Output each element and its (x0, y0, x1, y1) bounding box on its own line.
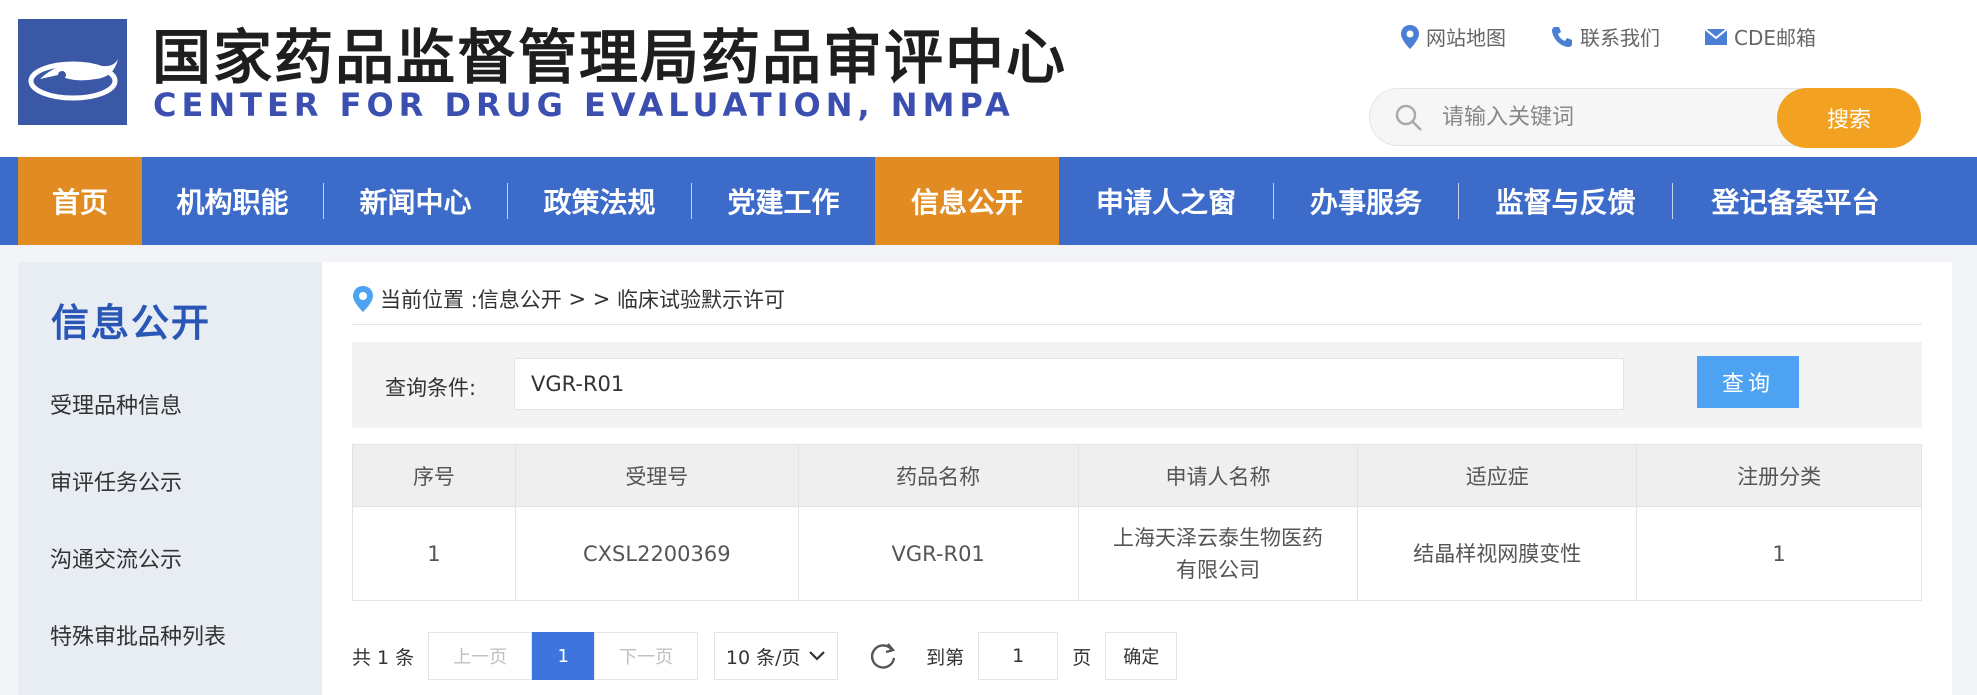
site-subtitle: CENTER FOR DRUG EVALUATION, NMPA (153, 86, 1015, 124)
header-indication: 适应症 (1357, 444, 1638, 507)
sidebar-item-review-tasks[interactable]: 审评任务公示 (50, 465, 182, 497)
chevron-down-icon (808, 650, 826, 662)
sidebar: 信息公开 受理品种信息 审评任务公示 沟通交流公示 特殊审批品种列表 (18, 262, 322, 695)
nav-item-functions[interactable]: 机构职能 (142, 157, 323, 245)
phone-icon (1550, 25, 1574, 49)
location-pin-icon (1400, 24, 1420, 50)
location-pin-icon (352, 285, 374, 313)
goto-page-input[interactable]: 1 (978, 632, 1059, 680)
search-button[interactable]: 搜索 (1777, 88, 1921, 148)
contact-link[interactable]: 联系我们 (1550, 22, 1660, 51)
results-table: 序号 受理号 药品名称 申请人名称 适应症 注册分类 1 CXSL2200369… (352, 444, 1922, 601)
page-size-value: 10 条/页 (725, 646, 801, 669)
nav-item-info-public[interactable]: 信息公开 (875, 157, 1059, 245)
query-input[interactable]: VGR-R01 (514, 358, 1624, 410)
top-links: 网站地图 联系我们 CDE邮箱 (1400, 22, 1860, 51)
nav-item-home[interactable]: 首页 (18, 157, 142, 245)
sitemap-link[interactable]: 网站地图 (1400, 22, 1506, 51)
total-count: 共 1 条 (352, 646, 415, 669)
main-nav: 首页 机构职能 新闻中心 政策法规 党建工作 信息公开 申请人之窗 办事服务 监… (0, 157, 1977, 245)
site-title: 国家药品监督管理局药品审评中心 (152, 23, 1068, 92)
nav-item-policy[interactable]: 政策法规 (508, 157, 691, 245)
breadcrumb-section[interactable]: 信息公开 (478, 284, 562, 314)
cell-acceptance-no[interactable]: CXSL2200369 (514, 506, 799, 601)
breadcrumb-divider (352, 324, 1922, 325)
header-applicant: 申请人名称 (1077, 444, 1359, 507)
query-panel: 查询条件: VGR-R01 查询 (352, 342, 1922, 428)
header-acceptance-no: 受理号 (514, 444, 799, 507)
goto-label: 到第 (926, 646, 965, 669)
contact-label: 联系我们 (1580, 26, 1660, 50)
table-header-row: 序号 受理号 药品名称 申请人名称 适应症 注册分类 (352, 444, 1922, 507)
query-label: 查询条件: (385, 376, 477, 400)
query-button[interactable]: 查询 (1697, 356, 1799, 408)
breadcrumb-separator: > > (561, 287, 617, 311)
sidebar-item-communication[interactable]: 沟通交流公示 (50, 542, 182, 574)
cell-registration-class: 1 (1636, 506, 1922, 601)
cell-index: 1 (352, 506, 516, 601)
mail-icon (1704, 27, 1728, 46)
header-registration-class: 注册分类 (1636, 444, 1922, 507)
main-content: 当前位置 : 信息公开 > > 临床试验默示许可 查询条件: VGR-R01 查… (322, 262, 1952, 695)
cde-logo-icon[interactable] (18, 19, 127, 125)
cell-drug-name: VGR-R01 (797, 506, 1079, 601)
table-row[interactable]: 1 CXSL2200369 VGR-R01 上海天泽云泰生物医药有限公司 结晶样… (352, 506, 1922, 601)
sidebar-title: 信息公开 (51, 301, 212, 345)
refresh-icon[interactable] (868, 641, 898, 671)
cde-mail-link[interactable]: CDE邮箱 (1704, 22, 1816, 51)
next-page-button[interactable]: 下一页 (594, 632, 699, 680)
current-page-button[interactable]: 1 (532, 632, 595, 680)
nav-item-applicant[interactable]: 申请人之窗 (1059, 157, 1273, 245)
nav-item-registration[interactable]: 登记备案平台 (1673, 157, 1918, 245)
breadcrumb-prefix: 当前位置 : (380, 288, 478, 312)
sidebar-item-accepted-varieties[interactable]: 受理品种信息 (50, 388, 182, 420)
site-search: 搜索 (1369, 88, 1921, 148)
sidebar-item-special-approval[interactable]: 特殊审批品种列表 (50, 619, 226, 651)
cell-indication: 结晶样视网膜变性 (1357, 506, 1638, 601)
sitemap-label: 网站地图 (1426, 26, 1506, 50)
search-icon (1394, 103, 1424, 137)
page-unit-label: 页 (1072, 646, 1092, 669)
breadcrumb-current: 临床试验默示许可 (616, 288, 785, 312)
cell-applicant: 上海天泽云泰生物医药有限公司 (1077, 506, 1359, 601)
nav-item-party[interactable]: 党建工作 (692, 157, 875, 245)
site-header: 国家药品监督管理局药品审评中心 CENTER FOR DRUG EVALUATI… (0, 0, 1977, 157)
search-input[interactable] (1442, 99, 1742, 135)
nav-item-feedback[interactable]: 监督与反馈 (1459, 157, 1672, 245)
nav-item-news[interactable]: 新闻中心 (324, 157, 507, 245)
breadcrumb: 当前位置 : 信息公开 > > 临床试验默示许可 (352, 284, 785, 314)
goto-confirm-button[interactable]: 确定 (1105, 632, 1178, 680)
prev-page-button[interactable]: 上一页 (428, 632, 533, 680)
header-index: 序号 (352, 444, 516, 507)
cde-mail-label: CDE邮箱 (1734, 26, 1817, 50)
page-size-select[interactable]: 10 条/页 (714, 632, 839, 680)
nav-item-services[interactable]: 办事服务 (1274, 157, 1458, 245)
header-drug-name: 药品名称 (797, 444, 1079, 507)
pagination: 共 1 条 上一页 1 下一页 10 条/页 到第 1 页 确定 (352, 632, 1178, 680)
